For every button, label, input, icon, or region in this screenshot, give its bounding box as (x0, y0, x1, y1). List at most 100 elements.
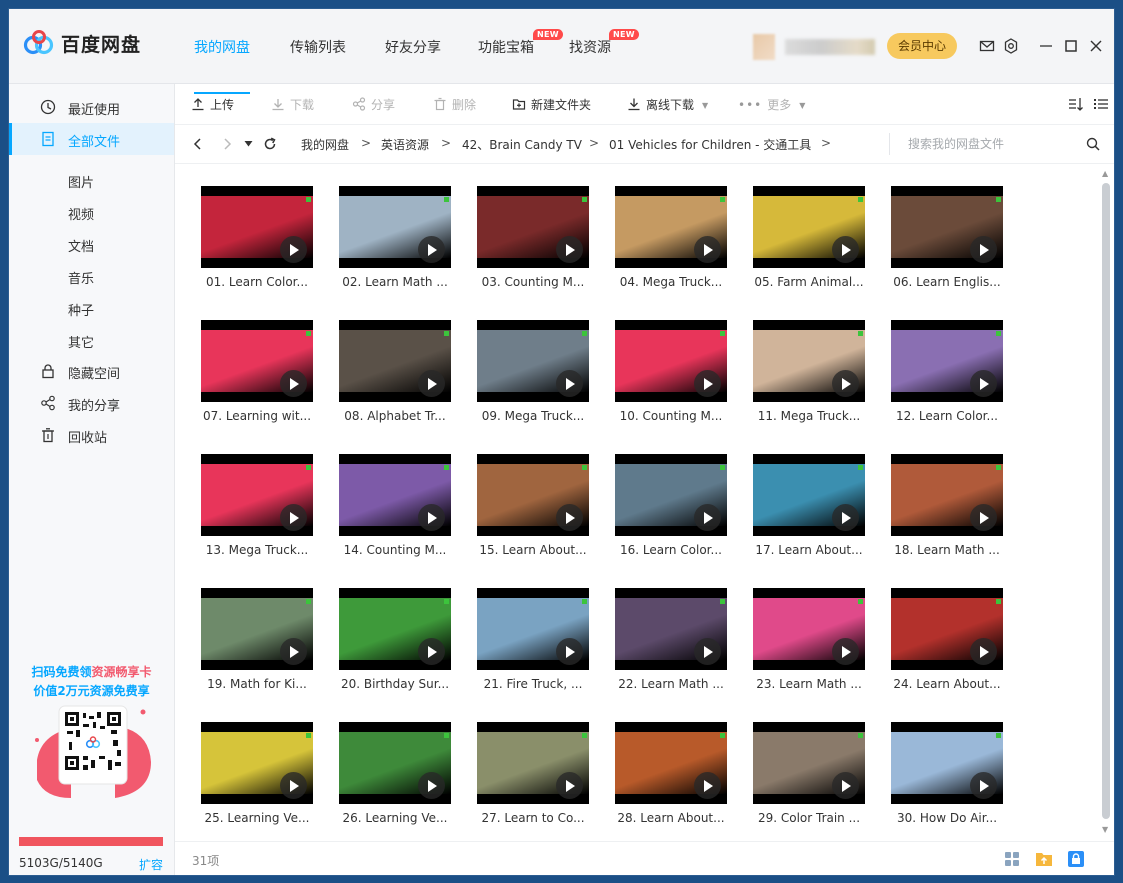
file-item[interactable]: 25. Learning Ve... (201, 722, 313, 834)
breadcrumb-item-current[interactable]: 01 Vehicles for Children - 交通工具 (609, 136, 811, 153)
tab-my-disk[interactable]: 我的网盘 (194, 37, 250, 94)
breadcrumb-item[interactable]: 42、Brain Candy TV (462, 136, 582, 153)
tab-transfer-list[interactable]: 传输列表 (290, 37, 346, 57)
sidebar-subitem-documents[interactable]: 文档 (68, 236, 94, 255)
file-item[interactable]: 12. Learn Color... (891, 320, 1003, 432)
delete-button[interactable]: 删除 (433, 96, 476, 113)
file-item[interactable]: 27. Learn to Co... (477, 722, 589, 834)
chevron-down-icon: ▼ (702, 101, 709, 110)
file-item[interactable]: 13. Mega Truck... (201, 454, 313, 566)
vertical-scrollbar[interactable]: ▲ ▼ (1100, 169, 1112, 837)
expand-storage-link[interactable]: 扩容 (139, 856, 163, 873)
file-item[interactable]: 23. Learn Math ... (753, 588, 865, 700)
forward-arrow-icon[interactable] (222, 138, 232, 150)
file-item[interactable]: 26. Learning Ve... (339, 722, 451, 834)
channel-badge (306, 331, 311, 336)
file-item[interactable]: 19. Math for Ki... (201, 588, 313, 700)
file-item[interactable]: 14. Counting M... (339, 454, 451, 566)
sidebar-subitem-torrents[interactable]: 种子 (68, 300, 94, 319)
file-item[interactable]: 02. Learn Math ... (339, 186, 451, 298)
file-item[interactable]: 01. Learn Color... (201, 186, 313, 298)
settings-gear-icon[interactable] (1003, 38, 1019, 54)
video-thumbnail (753, 722, 865, 804)
close-icon[interactable] (1088, 38, 1104, 54)
file-item[interactable]: 04. Mega Truck... (615, 186, 727, 298)
grid-view-icon[interactable] (1003, 850, 1021, 868)
sidebar-item-recent[interactable]: 最近使用 (9, 91, 174, 123)
play-icon (832, 638, 859, 665)
sort-icon[interactable] (1068, 96, 1084, 112)
avatar[interactable] (753, 34, 775, 60)
upload-folder-icon[interactable] (1035, 850, 1053, 868)
video-thumbnail (201, 722, 313, 804)
sidebar-item-all-files[interactable]: 全部文件 (9, 123, 174, 155)
new-folder-icon (512, 99, 526, 110)
promo-line-2[interactable]: 价值2万元资源免费享 (9, 682, 174, 699)
sidebar-subitem-other[interactable]: 其它 (68, 332, 94, 351)
file-item[interactable]: 22. Learn Math ... (615, 588, 727, 700)
back-arrow-icon[interactable] (193, 138, 203, 150)
tab-feature-box[interactable]: 功能宝箱 NEW (478, 29, 563, 57)
file-item[interactable]: 29. Color Train ... (753, 722, 865, 834)
scroll-up-arrow-icon[interactable]: ▲ (1102, 169, 1108, 178)
play-icon (418, 638, 445, 665)
minimize-icon[interactable] (1038, 38, 1054, 54)
file-item[interactable]: 05. Farm Animal... (753, 186, 865, 298)
promo-qr-code[interactable] (31, 700, 153, 810)
refresh-icon[interactable] (263, 137, 277, 151)
breadcrumb-item[interactable]: 我的网盘 (301, 136, 349, 153)
file-item[interactable]: 24. Learn About... (891, 588, 1003, 700)
search-input[interactable] (908, 136, 1078, 152)
maximize-icon[interactable] (1063, 38, 1079, 54)
sidebar-subitem-videos[interactable]: 视频 (68, 204, 94, 223)
lock-icon (42, 364, 54, 379)
sidebar-item-my-share[interactable]: 我的分享 (9, 387, 174, 419)
file-item[interactable]: 20. Birthday Sur... (339, 588, 451, 700)
download-button[interactable]: 下载 (271, 96, 314, 113)
file-item[interactable]: 09. Mega Truck... (477, 320, 589, 432)
sidebar-subitem-images[interactable]: 图片 (68, 172, 94, 191)
scroll-thumb[interactable] (1102, 183, 1110, 819)
file-item[interactable]: 16. Learn Color... (615, 454, 727, 566)
file-item[interactable]: 17. Learn About... (753, 454, 865, 566)
file-item[interactable]: 06. Learn Englis... (891, 186, 1003, 298)
play-icon (970, 638, 997, 665)
tab-friend-share[interactable]: 好友分享 (385, 37, 441, 57)
search-icon[interactable] (1086, 137, 1100, 151)
file-item[interactable]: 11. Mega Truck... (753, 320, 865, 432)
offline-download-button[interactable]: 离线下载 ▼ (627, 96, 708, 113)
file-name: 02. Learn Math ... (342, 275, 448, 289)
file-item[interactable]: 30. How Do Air... (891, 722, 1003, 834)
mail-icon[interactable] (979, 38, 995, 54)
list-view-icon[interactable] (1093, 96, 1109, 112)
upload-button[interactable]: 上传 (191, 96, 234, 113)
more-button[interactable]: ••• 更多 ▼ (738, 96, 805, 113)
history-dropdown-icon[interactable] (244, 140, 253, 148)
lock-icon[interactable] (1067, 850, 1085, 868)
video-thumbnail (891, 454, 1003, 536)
promo-line-1[interactable]: 扫码免费领资源畅享卡 (9, 663, 174, 680)
tab-find-resources[interactable]: 找资源 NEW (569, 29, 639, 57)
file-item[interactable]: 07. Learning wit... (201, 320, 313, 432)
sidebar-subitem-music[interactable]: 音乐 (68, 268, 94, 287)
file-name: 22. Learn Math ... (618, 677, 724, 691)
scroll-down-arrow-icon[interactable]: ▼ (1102, 825, 1108, 834)
username-blurred[interactable] (785, 39, 875, 55)
file-name: 11. Mega Truck... (757, 409, 861, 423)
breadcrumb-item[interactable]: 英语资源 (381, 136, 429, 153)
sidebar-item-hidden-space[interactable]: 隐藏空间 (9, 355, 174, 387)
share-icon (352, 97, 366, 111)
item-count: 31项 (192, 854, 220, 868)
file-item[interactable]: 28. Learn About... (615, 722, 727, 834)
file-item[interactable]: 15. Learn About... (477, 454, 589, 566)
file-item[interactable]: 08. Alphabet Tr... (339, 320, 451, 432)
file-item[interactable]: 10. Counting M... (615, 320, 727, 432)
play-icon (970, 236, 997, 263)
file-item[interactable]: 18. Learn Math ... (891, 454, 1003, 566)
vip-center-button[interactable]: 会员中心 (887, 33, 957, 59)
file-item[interactable]: 21. Fire Truck, ... (477, 588, 589, 700)
sidebar-item-recycle-bin[interactable]: 回收站 (9, 419, 174, 451)
new-folder-button[interactable]: 新建文件夹 (512, 96, 591, 113)
file-item[interactable]: 03. Counting M... (477, 186, 589, 298)
share-button[interactable]: 分享 (352, 96, 395, 113)
